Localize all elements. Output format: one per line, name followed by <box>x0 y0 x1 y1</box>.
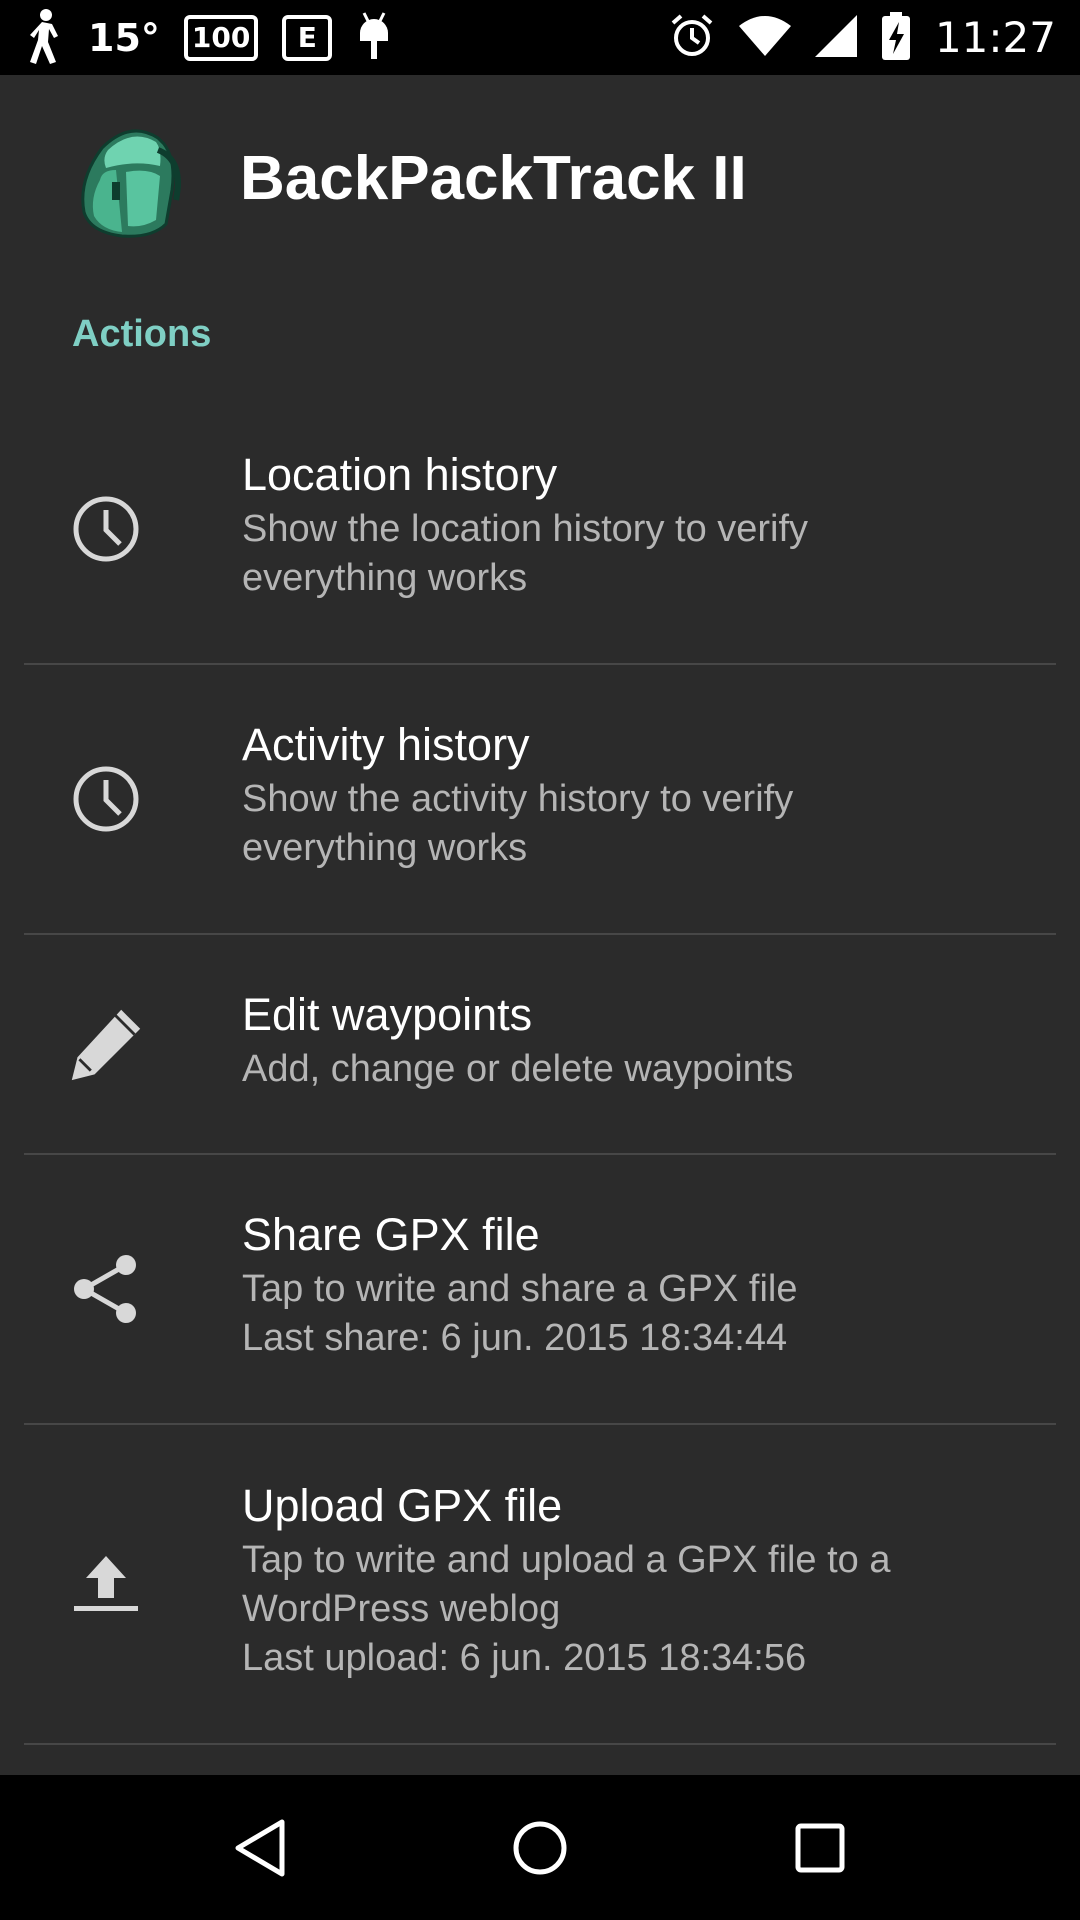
android-debug-icon <box>356 11 392 65</box>
pref-summary: Tap to write and share a GPX file Last s… <box>242 1268 798 1359</box>
alarm-icon <box>669 13 715 63</box>
pref-location-history[interactable]: Location history Show the location histo… <box>24 395 1056 665</box>
pref-title: Upload GPX file <box>242 1479 563 1531</box>
settings-content[interactable]: BackPackTrack II Actions Location histor… <box>0 75 1080 1775</box>
wifi-icon <box>738 15 791 60</box>
pref-share-gpx[interactable]: Share GPX file Tap to write and share a … <box>24 1155 1056 1425</box>
pref-summary: Show the location history to verify ever… <box>242 508 809 599</box>
pencil-icon <box>68 1006 144 1082</box>
battery-charging-icon <box>881 11 911 64</box>
actions-list: Location history Show the location histo… <box>0 395 1080 1745</box>
pref-summary: Show the activity history to verify ever… <box>242 778 794 869</box>
signal-icon <box>814 14 857 61</box>
clock-icon <box>68 491 144 567</box>
pref-activity-history[interactable]: Activity history Show the activity histo… <box>24 665 1056 935</box>
pref-title: Edit waypoints <box>242 988 533 1040</box>
pref-title: Share GPX file <box>242 1209 540 1260</box>
back-icon[interactable] <box>220 1808 300 1888</box>
battery-percent-icon: 100 <box>183 14 259 61</box>
app-header: BackPackTrack II <box>0 75 1080 295</box>
navigation-bar <box>0 1775 1080 1920</box>
recents-icon[interactable] <box>780 1808 860 1888</box>
pref-summary: Add, change or delete waypoints <box>242 1047 794 1090</box>
backpack-logo-icon <box>72 120 192 240</box>
app-title: BackPackTrack II <box>240 144 747 213</box>
pref-title: Location history <box>242 449 558 500</box>
upload-icon <box>68 1546 144 1622</box>
walking-icon <box>24 8 64 68</box>
pref-edit-waypoints[interactable]: Edit waypoints Add, change or delete way… <box>24 935 1056 1155</box>
section-title-actions: Actions <box>72 313 212 355</box>
temperature-text: 15° <box>88 15 160 60</box>
mode-badge-icon: E <box>282 14 333 61</box>
pref-upload-gpx[interactable]: Upload GPX file Tap to write and upload … <box>24 1425 1056 1745</box>
home-icon[interactable] <box>500 1808 580 1888</box>
status-bar: 15° 100 E 11:27 <box>0 0 1080 75</box>
share-icon <box>68 1251 144 1327</box>
pref-title: Activity history <box>242 719 530 770</box>
status-clock: 11:27 <box>934 13 1056 62</box>
clock-icon <box>68 761 144 837</box>
pref-summary: Tap to write and upload a GPX file to a … <box>242 1538 891 1679</box>
